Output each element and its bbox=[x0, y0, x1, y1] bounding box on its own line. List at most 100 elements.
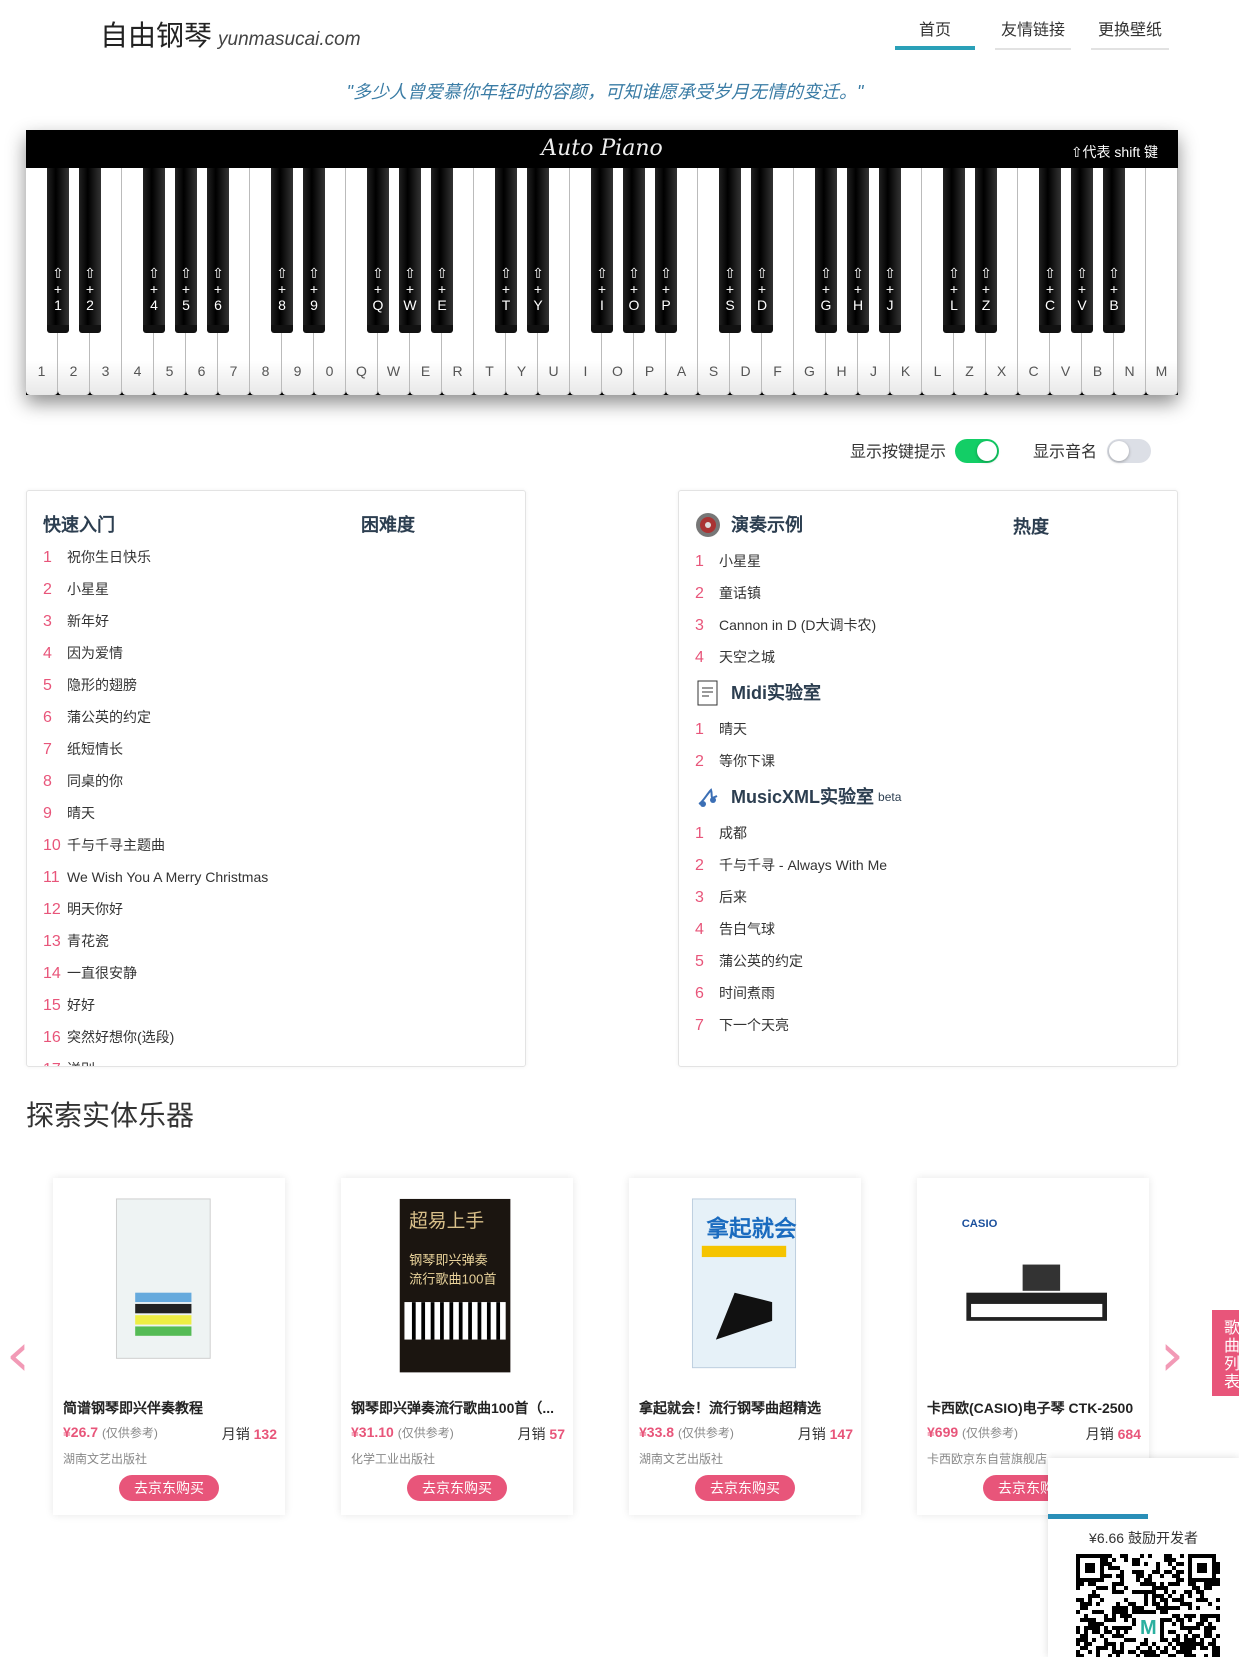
list-item[interactable]: 1 祝你生日快乐 bbox=[43, 541, 268, 573]
list-item[interactable]: 16 突然好想你(选段) bbox=[43, 1021, 268, 1053]
song-title: 时间煮雨 bbox=[719, 985, 775, 1001]
list-item[interactable]: 6 时间煮雨 bbox=[695, 977, 901, 1009]
nav-links[interactable]: 友情链接 bbox=[995, 16, 1071, 50]
black-key[interactable]: ⇧ + 8 bbox=[271, 168, 293, 333]
white-key[interactable]: M bbox=[1146, 168, 1178, 395]
black-key[interactable]: ⇧ + Q bbox=[367, 168, 389, 333]
black-key[interactable]: ⇧ + G bbox=[815, 168, 837, 333]
list-item[interactable]: 1 晴天 bbox=[695, 713, 901, 745]
buy-button[interactable]: 去京东购买 bbox=[119, 1475, 219, 1501]
list-item[interactable]: 1 小星星 bbox=[695, 545, 901, 577]
song-title: 隐形的翅膀 bbox=[67, 677, 137, 693]
list-item[interactable]: 9 晴天 bbox=[43, 797, 268, 829]
white-key-label: H bbox=[836, 363, 847, 379]
black-key[interactable]: ⇧ + H bbox=[847, 168, 869, 333]
black-key[interactable]: ⇧ + 4 bbox=[143, 168, 165, 333]
black-key[interactable]: ⇧ + Z bbox=[975, 168, 997, 333]
product-title[interactable]: 钢琴即兴弹奏流行歌曲100首（... bbox=[351, 1398, 565, 1418]
carousel-next-button[interactable]: › bbox=[1160, 1320, 1184, 1390]
black-key[interactable]: ⇧ + 1 bbox=[47, 168, 69, 333]
black-key-label: ⇧ + P bbox=[660, 265, 672, 313]
list-item[interactable]: 4 天空之城 bbox=[695, 641, 901, 673]
buy-button[interactable]: 去京东购买 bbox=[695, 1475, 795, 1501]
list-item[interactable]: 17送别 bbox=[43, 1053, 268, 1066]
list-item[interactable]: 7 纸短情长 bbox=[43, 733, 268, 765]
list-item[interactable]: 2 等你下课 bbox=[695, 745, 901, 777]
svg-text:超易上手: 超易上手 bbox=[409, 1210, 484, 1231]
show-hints-toggle[interactable] bbox=[955, 439, 999, 463]
product-image: 拿起就会 bbox=[691, 1198, 797, 1369]
black-key[interactable]: ⇧ + J bbox=[879, 168, 901, 333]
carousel-prev-button[interactable]: ‹ bbox=[6, 1320, 30, 1390]
list-item[interactable]: 6 蒲公英的约定 bbox=[43, 701, 268, 733]
black-key[interactable]: ⇧ + S bbox=[719, 168, 741, 333]
black-key[interactable]: ⇧ + B bbox=[1103, 168, 1125, 333]
white-key-label: Q bbox=[356, 363, 367, 379]
white-key-label: T bbox=[485, 363, 494, 379]
black-key[interactable]: ⇧ + P bbox=[655, 168, 677, 333]
item-index: 3 bbox=[695, 617, 704, 634]
product-image: CASIO bbox=[962, 1218, 1107, 1321]
list-item[interactable]: 2 千与千寻 - Always With Me bbox=[695, 849, 901, 881]
black-key[interactable]: ⇧ + T bbox=[495, 168, 517, 333]
black-key[interactable]: ⇧ + C bbox=[1039, 168, 1061, 333]
list-item[interactable]: 13 青花瓷 bbox=[43, 925, 268, 957]
black-key[interactable]: ⇧ + 5 bbox=[175, 168, 197, 333]
black-key[interactable]: ⇧ + V bbox=[1071, 168, 1093, 333]
song-list-tab[interactable]: 歌曲列表 bbox=[1212, 1310, 1239, 1396]
black-key[interactable]: ⇧ + 2 bbox=[79, 168, 101, 333]
white-key-label: 4 bbox=[133, 363, 142, 379]
product-title[interactable]: 拿起就会！流行钢琴曲超精选 bbox=[639, 1398, 853, 1418]
list-item[interactable]: 3 后来 bbox=[695, 881, 901, 913]
item-index: 6 bbox=[43, 709, 52, 726]
item-index: 16 bbox=[43, 1029, 61, 1046]
nav-home[interactable]: 首页 bbox=[895, 16, 975, 50]
site-logo[interactable]: 自由钢琴 yunmasucai.com bbox=[100, 14, 361, 54]
list-item[interactable]: 11 We Wish You A Merry Christmas bbox=[43, 861, 268, 893]
black-key-label: ⇧ + L bbox=[948, 265, 960, 313]
list-item[interactable]: 2 童话镇 bbox=[695, 577, 901, 609]
song-title: 小星星 bbox=[67, 581, 109, 597]
list-item[interactable]: 8 同桌的你 bbox=[43, 765, 268, 797]
list-item[interactable]: 3 Cannon in D (D大调卡农) bbox=[695, 609, 901, 641]
black-key[interactable]: ⇧ + I bbox=[591, 168, 613, 333]
white-key-label: P bbox=[644, 363, 655, 379]
black-key[interactable]: ⇧ + W bbox=[399, 168, 421, 333]
black-key[interactable]: ⇧ + O bbox=[623, 168, 645, 333]
list-item[interactable]: 7 下一个天亮 bbox=[695, 1009, 901, 1041]
quote: "多少人曾爱慕你年轻时的容颜，可知谁愿承受岁月无情的变迁。" bbox=[346, 82, 864, 102]
beta-badge: beta bbox=[878, 790, 902, 804]
black-key[interactable]: ⇧ + D bbox=[751, 168, 773, 333]
list-item[interactable]: 2 小星星 bbox=[43, 573, 268, 605]
section-title: Midi实验室 bbox=[731, 683, 821, 703]
list-item[interactable]: 15 好好 bbox=[43, 989, 268, 1021]
product-title[interactable]: 卡西欧(CASIO)电子琴 CTK-2500 bbox=[927, 1398, 1141, 1418]
white-key-label: X bbox=[996, 363, 1007, 379]
nav-wallpaper[interactable]: 更换壁纸 bbox=[1091, 16, 1169, 50]
list-item[interactable]: 4 因为爱情 bbox=[43, 637, 268, 669]
product-card[interactable]: 超易上手 钢琴即兴弹奏 流行歌曲100首 钢琴即兴弹奏流行歌曲100首（... ¥31.… bbox=[341, 1178, 573, 1515]
black-key-label: ⇧ + O bbox=[628, 265, 640, 313]
black-key[interactable]: ⇧ + Y bbox=[527, 168, 549, 333]
white-key-label: 2 bbox=[69, 363, 78, 379]
list-item[interactable]: 5 蒲公英的约定 bbox=[695, 945, 901, 977]
list-item[interactable]: 5 隐形的翅膀 bbox=[43, 669, 268, 701]
list-item[interactable]: 12 明天你好 bbox=[43, 893, 268, 925]
list-item[interactable]: 14 一直很安静 bbox=[43, 957, 268, 989]
black-key[interactable]: ⇧ + 9 bbox=[303, 168, 325, 333]
product-card[interactable]: 简谱钢琴即兴伴奏教程 ¥26.7 (仅供参考) 月销 132 湖南文艺出版社 去京东购买 bbox=[53, 1178, 285, 1515]
piano-keys: 1 2 3 4 5 6 7 8 9 0 Q W E R T Y U I O P A S D F G H J K L Z X C V B N M ⇧ + … bbox=[26, 168, 1178, 395]
show-names-toggle[interactable] bbox=[1107, 439, 1151, 463]
product-title[interactable]: 简谱钢琴即兴伴奏教程 bbox=[63, 1398, 277, 1418]
black-key[interactable]: ⇧ + 6 bbox=[207, 168, 229, 333]
black-key[interactable]: ⇧ + E bbox=[431, 168, 453, 333]
black-key[interactable]: ⇧ + L bbox=[943, 168, 965, 333]
buy-button[interactable]: 去京东购买 bbox=[407, 1475, 507, 1501]
song-title: Cannon in D (D大调卡农) bbox=[719, 617, 877, 633]
list-item[interactable]: 10 千与千寻主题曲 bbox=[43, 829, 268, 861]
white-key-label: F bbox=[773, 363, 782, 379]
product-card[interactable]: 拿起就会 拿起就会！流行钢琴曲超精选 ¥33.8 (仅供参考) 月销 147 湖南文艺出… bbox=[629, 1178, 861, 1515]
list-item[interactable]: 1 成都 bbox=[695, 817, 901, 849]
list-item[interactable]: 4 告白气球 bbox=[695, 913, 901, 945]
list-item[interactable]: 3 新年好 bbox=[43, 605, 268, 637]
